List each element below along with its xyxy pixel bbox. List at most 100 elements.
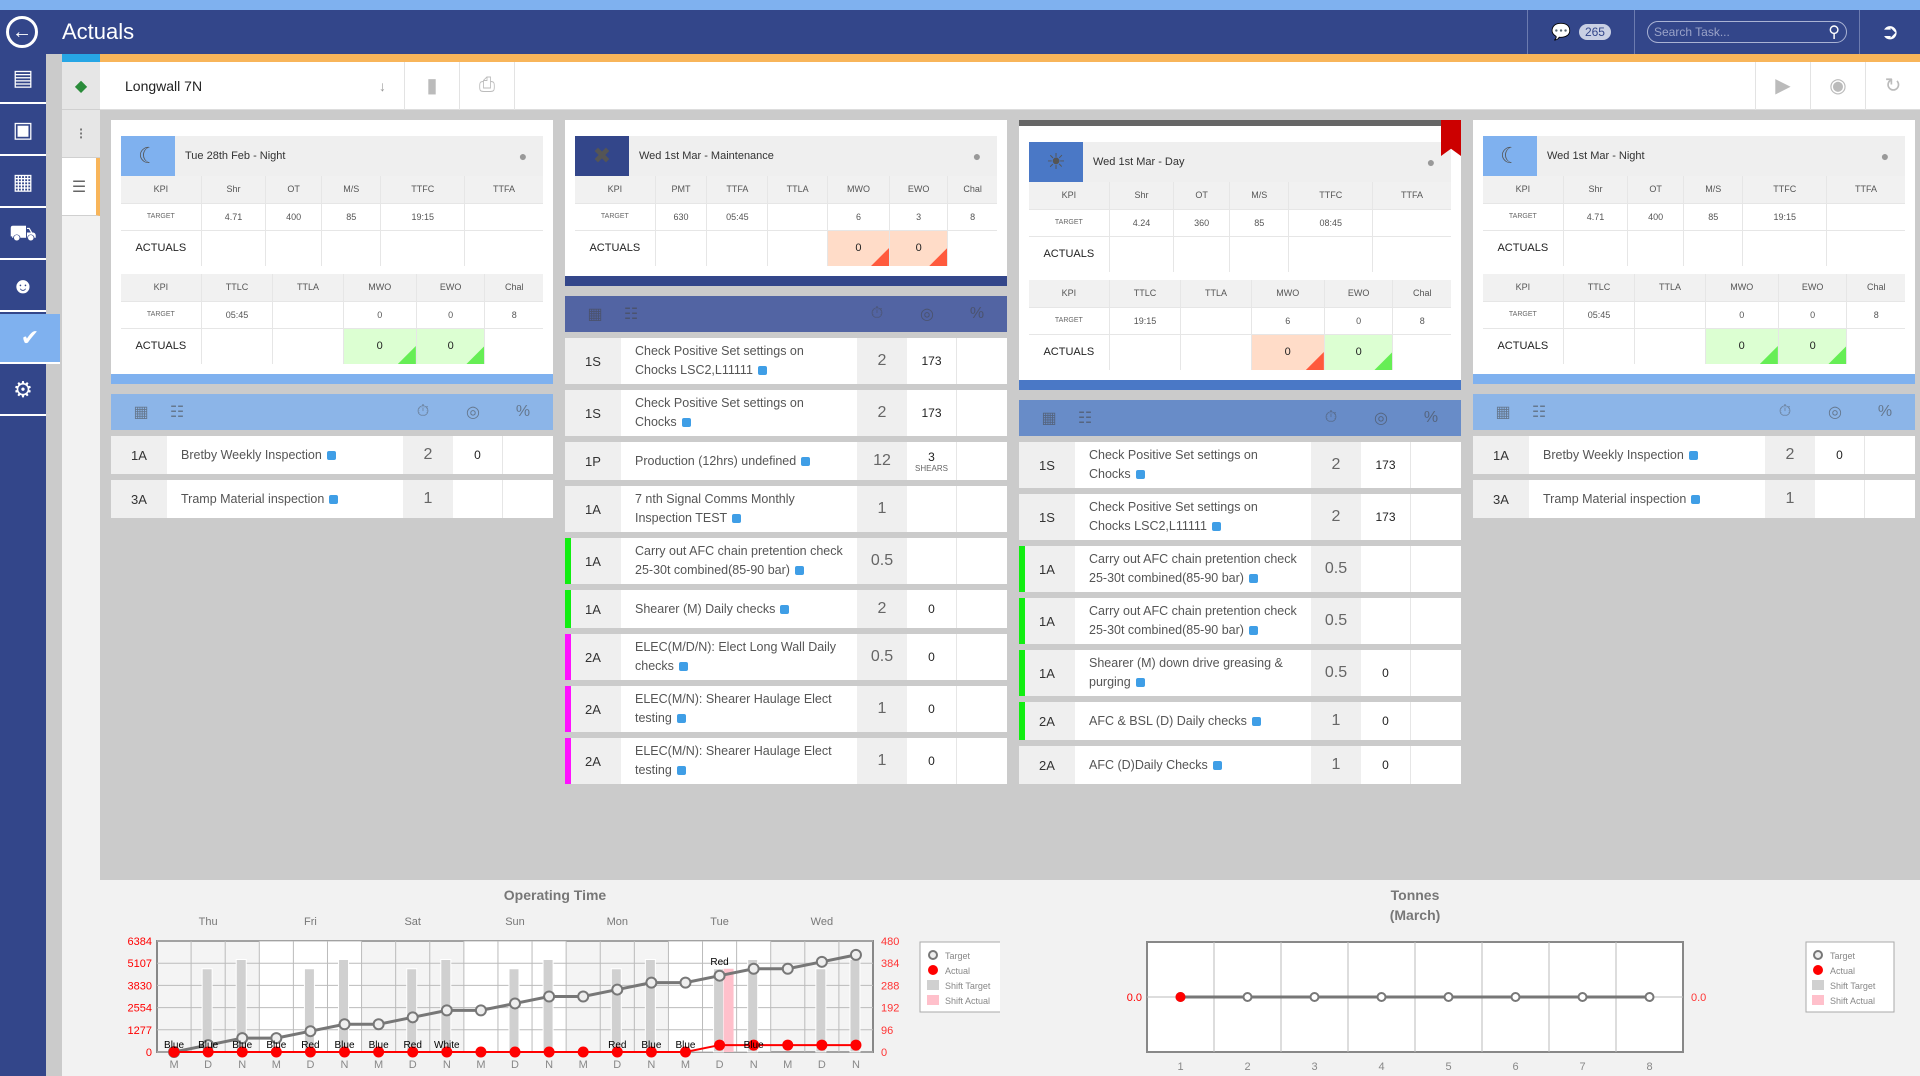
subnav-logo[interactable]: ◆ — [62, 62, 100, 110]
task-percent[interactable] — [957, 686, 1007, 732]
search-icon[interactable]: ⚲ — [1828, 22, 1840, 42]
kpi-actual[interactable] — [201, 230, 267, 266]
kpi-actual[interactable] — [948, 230, 997, 266]
kpi-actual[interactable] — [1563, 230, 1629, 266]
kpi-actual[interactable] — [1288, 236, 1374, 272]
task-row[interactable]: 1A 7 nth Signal Comms Monthly Inspection … — [565, 486, 1007, 532]
print-button[interactable]: ⎙ — [460, 61, 515, 110]
task-value[interactable]: 0 — [1361, 746, 1411, 784]
task-percent[interactable] — [957, 634, 1007, 680]
task-value[interactable]: 173 — [1361, 442, 1411, 488]
bookmark-button[interactable]: ▮ — [405, 61, 460, 110]
kpi-actual[interactable] — [1827, 230, 1905, 266]
task-percent[interactable] — [957, 338, 1007, 384]
kpi-actual[interactable] — [1847, 328, 1905, 364]
task-value[interactable]: 173 — [907, 338, 957, 384]
kpi-actual[interactable] — [1393, 334, 1451, 370]
task-percent[interactable] — [1411, 702, 1461, 740]
task-row[interactable]: 1S Check Positive Set settings on Chocks 2… — [1019, 442, 1461, 488]
task-percent[interactable] — [1865, 480, 1915, 518]
task-percent[interactable] — [957, 738, 1007, 784]
task-percent[interactable] — [957, 390, 1007, 436]
task-row[interactable]: 2A ELEC(M/N): Shearer Haulage Elect testi… — [565, 686, 1007, 732]
kpi-actual[interactable] — [465, 230, 543, 266]
task-row[interactable]: 1S Check Positive Set settings on Chocks … — [565, 338, 1007, 384]
kpi-actual[interactable]: 0 — [343, 328, 417, 364]
kpi-actual[interactable] — [1173, 236, 1231, 272]
sidebar-item-settings[interactable]: ⚙ — [0, 366, 46, 416]
task-row[interactable]: 3A Tramp Material inspection 1 — [1473, 480, 1915, 518]
subnav-list[interactable]: ☰ — [62, 158, 100, 216]
task-percent[interactable] — [1411, 442, 1461, 488]
kpi-actual[interactable] — [265, 230, 323, 266]
task-value[interactable] — [1361, 598, 1411, 644]
location-dropdown[interactable]: Longwall 7N ↓ — [100, 61, 405, 110]
logout-button[interactable]: ➲ — [1860, 19, 1920, 45]
task-percent[interactable] — [1411, 746, 1461, 784]
kpi-actual[interactable]: 0 — [1251, 334, 1325, 370]
task-value[interactable]: 0 — [907, 738, 957, 784]
user-icon[interactable]: ● — [1865, 148, 1905, 164]
bookmark-flag-icon[interactable] — [1441, 120, 1461, 156]
task-row[interactable]: 2A ELEC(M/D/N): Elect Long Wall Daily che… — [565, 634, 1007, 680]
kpi-actual[interactable]: 0 — [1324, 334, 1394, 370]
task-row[interactable]: 2A AFC & BSL (D) Daily checks 1 0 — [1019, 702, 1461, 740]
task-value[interactable]: 0 — [907, 634, 957, 680]
kpi-actual[interactable] — [1373, 236, 1451, 272]
kpi-actual[interactable] — [1742, 230, 1828, 266]
task-value[interactable]: 173 — [1361, 494, 1411, 540]
kpi-actual[interactable]: 0 — [416, 328, 486, 364]
kpi-actual[interactable] — [1109, 334, 1182, 370]
task-percent[interactable] — [957, 590, 1007, 628]
kpi-actual[interactable] — [767, 230, 828, 266]
kpi-actual[interactable]: 0 — [827, 230, 891, 266]
task-row[interactable]: 2A AFC (D)Daily Checks 1 0 — [1019, 746, 1461, 784]
task-row[interactable]: 1S Check Positive Set settings on Chocks … — [1019, 494, 1461, 540]
task-value[interactable]: 0 — [453, 436, 503, 474]
kpi-actual[interactable] — [380, 230, 466, 266]
subnav-workflow[interactable]: ⁝ — [62, 110, 100, 158]
task-percent[interactable] — [1865, 436, 1915, 474]
sidebar-item-equipment[interactable]: ⛟ — [0, 210, 46, 260]
task-value[interactable] — [453, 480, 503, 518]
task-row[interactable]: 1A Carry out AFC chain pretention check 2… — [1019, 546, 1461, 592]
kpi-actual[interactable] — [706, 230, 769, 266]
user-icon[interactable]: ● — [957, 148, 997, 164]
task-value[interactable]: 0 — [907, 686, 957, 732]
task-row[interactable]: 1S Check Positive Set settings on Chocks 2… — [565, 390, 1007, 436]
kpi-actual[interactable] — [1627, 230, 1685, 266]
search-input[interactable] — [1654, 25, 1829, 39]
task-value[interactable] — [907, 538, 957, 584]
task-value[interactable]: 173 — [907, 390, 957, 436]
sidebar-item-schedule[interactable]: ▦ — [0, 158, 46, 208]
task-value[interactable]: 0 — [1361, 702, 1411, 740]
task-percent[interactable] — [1411, 546, 1461, 592]
task-value[interactable] — [1361, 546, 1411, 592]
kpi-actual[interactable]: 0 — [1778, 328, 1848, 364]
user-icon[interactable]: ● — [503, 148, 543, 164]
kpi-actual[interactable] — [1229, 236, 1290, 272]
kpi-actual[interactable] — [485, 328, 543, 364]
kpi-actual[interactable] — [1563, 328, 1636, 364]
task-percent[interactable] — [1411, 494, 1461, 540]
task-percent[interactable] — [1411, 650, 1461, 696]
play-video-button[interactable]: ▶ — [1755, 61, 1810, 110]
task-value[interactable] — [907, 486, 957, 532]
task-row[interactable]: 1A Bretby Weekly Inspection 2 0 — [111, 436, 553, 474]
task-value[interactable]: 0 — [1361, 650, 1411, 696]
task-row[interactable]: 3A Tramp Material inspection 1 — [111, 480, 553, 518]
kpi-actual[interactable] — [201, 328, 274, 364]
task-percent[interactable] — [1411, 598, 1461, 644]
task-percent[interactable] — [957, 442, 1007, 480]
task-row[interactable]: 1A Carry out AFC chain pretention check 2… — [565, 538, 1007, 584]
kpi-actual[interactable] — [655, 230, 708, 266]
task-value[interactable] — [1815, 480, 1865, 518]
task-percent[interactable] — [503, 436, 553, 474]
sidebar-item-pinboard[interactable]: ▣ — [0, 106, 46, 156]
kpi-actual[interactable] — [272, 328, 344, 364]
refresh-button[interactable]: ↻ — [1865, 61, 1920, 110]
kpi-actual[interactable]: 0 — [889, 230, 949, 266]
task-row[interactable]: 1A Carry out AFC chain pretention check 2… — [1019, 598, 1461, 644]
back-button[interactable]: ← — [0, 10, 44, 54]
task-row[interactable]: 1A Shearer (M) down drive greasing & purg… — [1019, 650, 1461, 696]
